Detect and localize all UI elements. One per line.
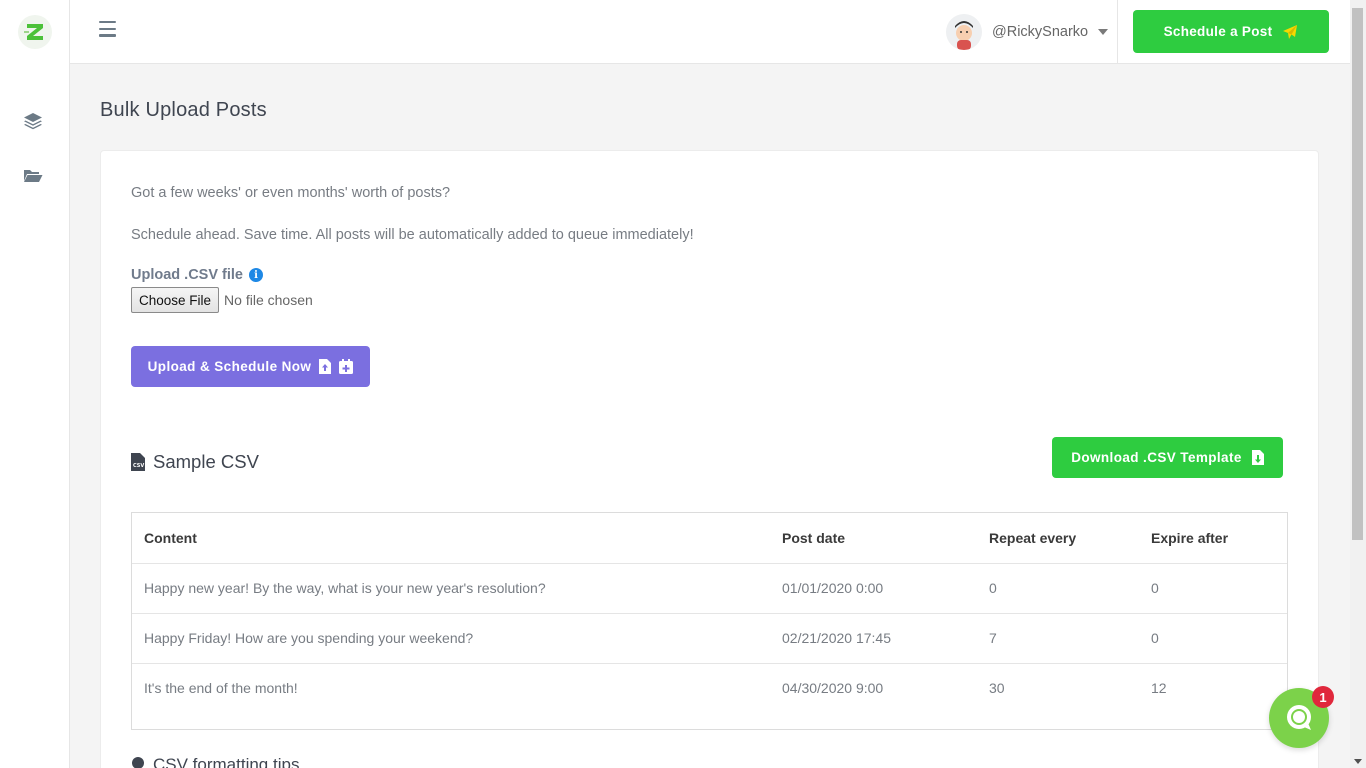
cell-post-date: 02/21/2020 17:45 [770,613,977,664]
info-icon[interactable]: i [249,268,263,282]
schedule-post-button[interactable]: Schedule a Post [1133,10,1329,53]
sample-csv-table: Content Post date Repeat every Expire af… [131,512,1288,730]
bulb-icon [132,757,144,768]
page-title: Bulk Upload Posts [100,99,267,121]
cell-content: Happy Friday! How are you spending your … [132,613,770,664]
csv-tips-title: CSV formatting tips [153,755,300,768]
csv-file-icon: CSV [131,453,145,471]
user-menu[interactable]: @RickySnarko [946,14,1109,50]
file-input: Choose File No file chosen [131,287,313,313]
intro-text-2: Schedule ahead. Save time. All posts wil… [131,227,694,243]
column-header-content: Content [132,513,770,564]
intro-text-1: Got a few weeks' or even months' worth o… [131,185,451,201]
cell-post-date: 04/30/2020 9:00 [782,680,884,697]
sample-csv-heading: CSV Sample CSV [131,451,259,473]
chat-bubble-icon [1287,705,1311,730]
bulk-upload-card: Got a few weeks' or even months' worth o… [100,150,1319,768]
column-header-expire-after: Expire after [1139,513,1287,564]
upload-schedule-label: Upload & Schedule Now [147,359,312,374]
z-logo-icon[interactable] [18,15,52,49]
table-row: Happy new year! By the way, what is your… [132,563,1287,614]
svg-text:CSV: CSV [133,463,144,469]
cell-content: Happy new year! By the way, what is your… [132,563,770,614]
file-status-text: No file chosen [224,292,313,308]
layers-icon[interactable] [22,110,44,132]
table-row: Happy Friday! How are you spending your … [132,613,1287,664]
table-row: It's the end of the month! 04/30/2020 9:… [132,663,1287,713]
hamburger-icon[interactable] [99,21,117,39]
folder-open-icon[interactable] [22,165,44,187]
upload-csv-label: Upload .CSV file i [131,267,263,283]
sample-csv-title: Sample CSV [153,451,259,472]
choose-file-button[interactable]: Choose File [131,287,220,313]
table-header-row: Content Post date Repeat every Expire af… [132,513,1287,564]
schedule-post-label: Schedule a Post [1163,24,1273,39]
top-header: @RickySnarko Schedule a Post [70,0,1350,64]
chat-notification-badge: 1 [1312,686,1334,708]
column-header-post-date: Post date [770,513,977,564]
upload-schedule-button[interactable]: Upload & Schedule Now [131,346,370,387]
cell-repeat-every: 30 [989,680,1005,697]
column-header-repeat-every: Repeat every [977,513,1139,564]
scroll-down-arrow[interactable] [1354,759,1362,764]
page-scrollbar[interactable] [1350,0,1366,768]
header-divider [1117,0,1118,64]
cell-expire-after: 12 [1151,680,1167,697]
cell-expire-after: 0 [1139,613,1287,664]
csv-tips-heading: CSV formatting tips [131,755,299,768]
cell-post-date: 01/01/2020 0:00 [770,563,977,614]
calendar-plus-icon [339,359,354,374]
paper-plane-icon [1283,24,1298,39]
chevron-down-icon [1098,29,1109,35]
download-template-button[interactable]: Download .CSV Template [1052,437,1283,478]
file-upload-icon [319,359,332,374]
username: @RickySnarko [992,24,1089,40]
cell-expire-after: 0 [1139,563,1287,614]
upload-csv-label-text: Upload .CSV file [131,267,243,283]
cell-repeat-every: 0 [977,563,1139,614]
download-template-label: Download .CSV Template [1071,450,1242,465]
cell-repeat-every: 7 [977,613,1139,664]
file-download-icon [1251,450,1264,465]
sidebar [0,0,70,768]
scrollbar-thumb[interactable] [1352,8,1363,540]
avatar [946,14,982,50]
cell-content: It's the end of the month! [144,680,298,697]
